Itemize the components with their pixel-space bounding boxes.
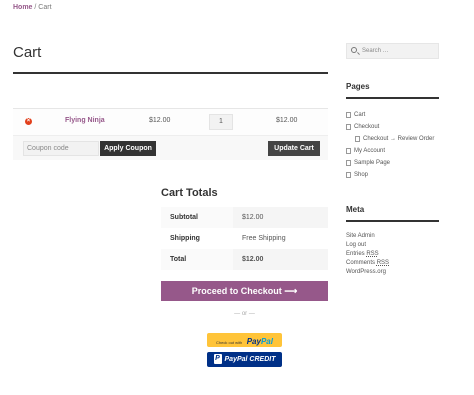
sidebar-item-review-order[interactable]: Checkout → Review Order bbox=[346, 133, 456, 145]
meta-entries-rss: RSS bbox=[366, 251, 379, 257]
meta-entries-label: Entries bbox=[346, 251, 367, 257]
sidebar-item-label: Checkout → Review Order bbox=[363, 136, 435, 142]
totals-label: Total bbox=[161, 249, 233, 270]
meta-comments-rss-link[interactable]: Comments RSS bbox=[346, 259, 456, 268]
arrow-right-icon: ⟶ bbox=[284, 286, 298, 296]
sidebar-item-label: Cart bbox=[354, 112, 366, 118]
totals-label: Subtotal bbox=[161, 207, 233, 228]
cart-totals-title: Cart Totals bbox=[161, 187, 218, 199]
meta-log-out-link[interactable]: Log out bbox=[346, 241, 456, 250]
breadcrumb-home-link[interactable]: Home bbox=[13, 4, 32, 11]
paypal-logo-pay: Pay bbox=[246, 337, 261, 346]
pages-list: Cart Checkout Checkout → Review Order My… bbox=[346, 109, 456, 181]
meta-comments-label: Comments bbox=[346, 260, 377, 266]
cart-totals-table: Subtotal $12.00 Shipping Free Shipping T… bbox=[161, 207, 328, 270]
sidebar-item-checkout[interactable]: Checkout bbox=[346, 121, 456, 133]
breadcrumb-current: Cart bbox=[38, 4, 52, 11]
breadcrumb: Home / Cart bbox=[13, 4, 52, 11]
product-subtotal: $12.00 bbox=[276, 117, 298, 124]
totals-value: Free Shipping bbox=[233, 228, 328, 249]
search-input[interactable]: Search … bbox=[346, 43, 439, 59]
paypal-small-text: Check out with bbox=[216, 340, 243, 345]
proceed-to-checkout-button[interactable]: Proceed to Checkout ⟶ bbox=[161, 281, 328, 301]
paypal-mark-icon: P bbox=[213, 354, 222, 365]
quantity-input[interactable]: 1 bbox=[209, 114, 233, 130]
totals-value: $12.00 bbox=[233, 249, 328, 270]
meta-wordpress-link[interactable]: WordPress.org bbox=[346, 268, 456, 277]
search-placeholder: Search … bbox=[362, 48, 389, 54]
sidebar-item-label: Sample Page bbox=[354, 160, 391, 166]
page-icon bbox=[346, 124, 351, 130]
meta-widget-title: Meta bbox=[346, 205, 365, 214]
search-icon bbox=[351, 47, 357, 53]
or-divider: — or — bbox=[234, 311, 255, 317]
page-title: Cart bbox=[13, 44, 42, 61]
page-icon bbox=[346, 148, 351, 154]
totals-row-subtotal: Subtotal $12.00 bbox=[161, 207, 328, 228]
meta-entries-rss-link[interactable]: Entries RSS bbox=[346, 250, 456, 259]
paypal-credit-button[interactable]: P PayPal CREDIT bbox=[207, 352, 282, 367]
pages-widget-title: Pages bbox=[346, 82, 370, 91]
sidebar-item-label: My Account bbox=[354, 148, 386, 154]
meta-widget-divider bbox=[346, 220, 439, 222]
sidebar-item-shop[interactable]: Shop bbox=[346, 169, 456, 181]
totals-row-total: Total $12.00 bbox=[161, 249, 328, 270]
sidebar-item-label: Checkout bbox=[354, 124, 380, 130]
sidebar-item-my-account[interactable]: My Account bbox=[346, 145, 456, 157]
paypal-logo: PayPal bbox=[247, 337, 273, 346]
update-cart-button[interactable]: Update Cart bbox=[268, 141, 320, 156]
cart-row: × Flying Ninja $12.00 1 $12.00 bbox=[13, 109, 328, 136]
sidebar-item-label: Shop bbox=[354, 172, 369, 178]
page-icon bbox=[355, 136, 360, 142]
totals-value: $12.00 bbox=[233, 207, 328, 228]
paypal-checkout-button[interactable]: Check out with PayPal bbox=[207, 333, 282, 347]
paypal-credit-label: PayPal CREDIT bbox=[224, 356, 276, 363]
pages-widget-divider bbox=[346, 97, 439, 99]
page-icon bbox=[346, 172, 351, 178]
checkout-label: Proceed to Checkout bbox=[191, 286, 282, 296]
product-price: $12.00 bbox=[149, 117, 171, 124]
remove-item-icon[interactable]: × bbox=[25, 118, 32, 125]
paypal-logo-pal: Pal bbox=[260, 337, 273, 346]
totals-label: Shipping bbox=[161, 228, 233, 249]
title-divider bbox=[13, 72, 328, 74]
meta-site-admin-link[interactable]: Site Admin bbox=[346, 232, 456, 241]
sidebar-item-sample-page[interactable]: Sample Page bbox=[346, 157, 456, 169]
page-icon bbox=[346, 160, 351, 166]
product-name-link[interactable]: Flying Ninja bbox=[65, 117, 105, 124]
meta-comments-rss: RSS bbox=[376, 260, 390, 266]
cart-table: × Flying Ninja $12.00 1 $12.00 Coupon co… bbox=[13, 108, 328, 160]
page-icon bbox=[346, 112, 351, 118]
apply-coupon-button[interactable]: Apply Coupon bbox=[100, 141, 156, 156]
meta-list: Site Admin Log out Entries RSS Comments … bbox=[346, 232, 456, 277]
sidebar-item-cart[interactable]: Cart bbox=[346, 109, 456, 121]
totals-row-shipping: Shipping Free Shipping bbox=[161, 228, 328, 249]
coupon-code-input[interactable]: Coupon code bbox=[23, 141, 99, 156]
